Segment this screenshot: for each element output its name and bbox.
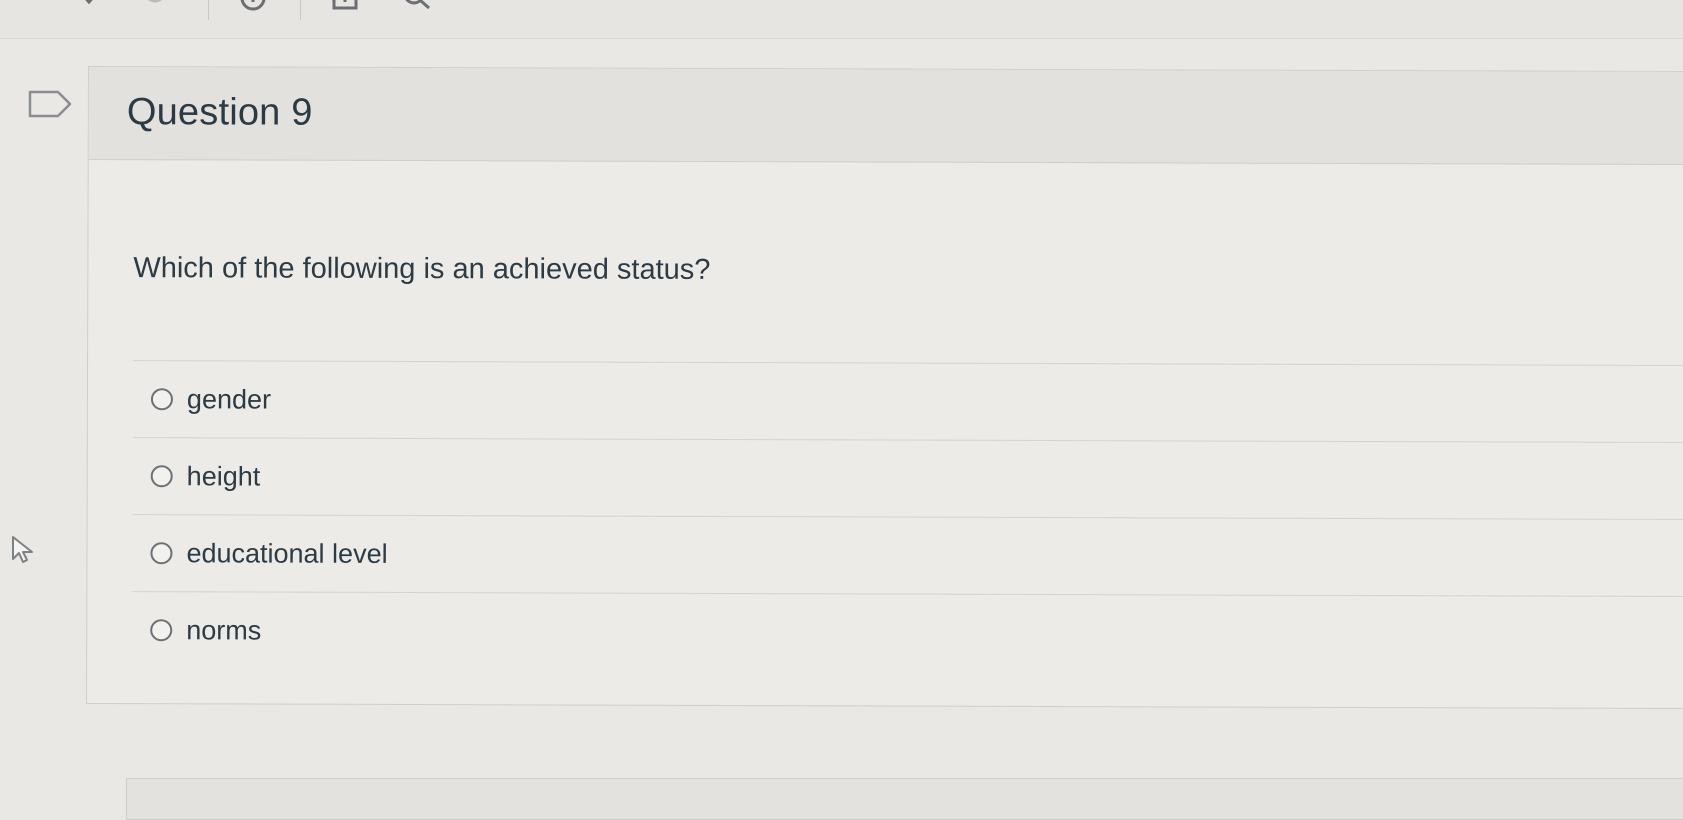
next-question-card (126, 778, 1683, 820)
toolbar-divider (208, 0, 209, 20)
question-prompt: Which of the following is an achieved st… (133, 252, 711, 286)
answer-label: educational level (186, 537, 388, 569)
answer-list: gender height educational level norms (132, 360, 1683, 674)
flag-icon[interactable] (28, 90, 72, 118)
answer-option-gender[interactable]: gender (132, 360, 1683, 443)
question-header: Question 9 (88, 67, 1683, 166)
radio-button[interactable] (150, 465, 173, 488)
question-card: Question 9 Which of the following is an … (85, 66, 1683, 710)
cursor-icon (10, 535, 36, 565)
undo-icon[interactable] (140, 0, 170, 14)
add-icon[interactable] (330, 0, 360, 14)
answer-label: gender (186, 383, 272, 415)
toolbar-divider (300, 0, 301, 20)
answer-label: height (186, 460, 261, 492)
answer-option-height[interactable]: height (132, 437, 1683, 520)
top-toolbar (0, 0, 1683, 39)
answer-label: norms (186, 614, 262, 646)
answer-option-educational-level[interactable]: educational level (132, 514, 1683, 597)
answer-option-norms[interactable]: norms (132, 591, 1683, 674)
radio-button[interactable] (150, 388, 173, 411)
search-icon[interactable] (402, 0, 432, 14)
info-icon[interactable] (238, 0, 268, 14)
close-icon[interactable] (74, 0, 104, 14)
question-title: Question 9 (126, 91, 313, 134)
radio-button[interactable] (150, 619, 173, 642)
radio-button[interactable] (150, 542, 173, 565)
